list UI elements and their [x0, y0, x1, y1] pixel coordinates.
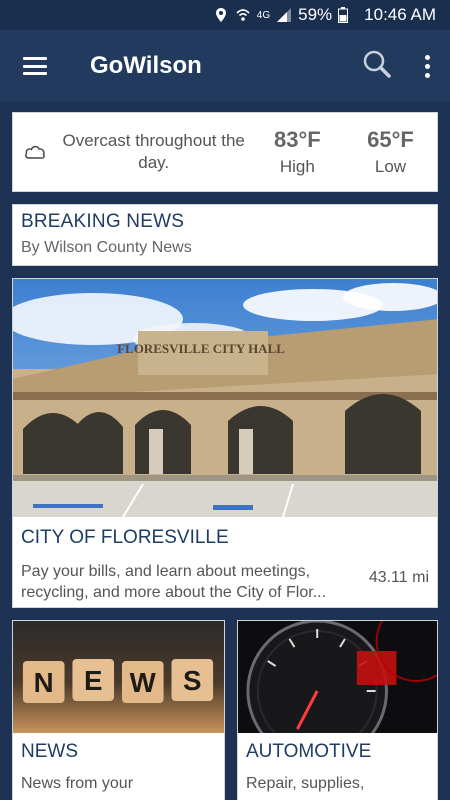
- svg-text:W: W: [130, 667, 157, 698]
- city-of-floresville-card[interactable]: FLORESVILLE CITY HALL CITY OF FLORESVILL…: [12, 278, 438, 608]
- weather-card[interactable]: Overcast throughout the day. 83°F High 6…: [12, 112, 438, 192]
- news-blocks-photo: N E W S: [13, 621, 224, 733]
- automotive-tile[interactable]: AUTOMOTIVE Repair, supplies,: [237, 620, 438, 800]
- breaking-news-subtitle: By Wilson County News: [21, 239, 192, 256]
- svg-text:E: E: [84, 665, 103, 696]
- app-bar: GoWilson: [0, 30, 450, 102]
- city-hall-sign: FLORESVILLE CITY HALL: [117, 341, 285, 356]
- feature-distance: 43.11 mi: [368, 569, 429, 586]
- weather-description: Overcast throughout the day.: [62, 131, 245, 172]
- network-type-label: 4G: [256, 9, 271, 21]
- battery-icon: [338, 7, 354, 23]
- clock: 10:46 AM: [364, 5, 436, 24]
- news-tile-title: NEWS: [21, 741, 78, 762]
- search-button[interactable]: [350, 30, 404, 102]
- wifi-calling-icon: [235, 7, 251, 23]
- feature-title: CITY OF FLORESVILLE: [21, 527, 229, 548]
- more-vert-icon: [424, 54, 430, 78]
- news-tile-description: News from your: [21, 775, 134, 792]
- signal-icon: [276, 7, 292, 23]
- automotive-tile-description: Repair, supplies,: [246, 775, 365, 792]
- automotive-tile-title: AUTOMOTIVE: [246, 741, 372, 762]
- search-icon: [362, 49, 392, 84]
- high-temp: 83°F High: [251, 127, 344, 177]
- breaking-news-title: BREAKING NEWS: [21, 211, 185, 232]
- menu-button[interactable]: [0, 30, 70, 102]
- more-options-button[interactable]: [404, 30, 450, 102]
- speedometer-photo: [238, 621, 437, 733]
- feature-description: Pay your bills, and learn about meetings…: [21, 563, 327, 601]
- cloud-icon: [13, 143, 57, 161]
- svg-text:S: S: [183, 665, 202, 696]
- high-temp-label: High: [279, 157, 315, 176]
- low-temp-label: Low: [374, 157, 407, 176]
- news-tile[interactable]: N E W S NEWS News from your: [12, 620, 225, 800]
- status-bar: 4G 59% 10:46 AM: [0, 0, 450, 30]
- svg-text:N: N: [34, 667, 54, 698]
- menu-icon: [23, 57, 47, 75]
- low-temp: 65°F Low: [344, 127, 437, 177]
- battery-percent: 59%: [298, 5, 333, 24]
- location-icon: [213, 7, 229, 23]
- city-hall-photo: FLORESVILLE CITY HALL: [13, 279, 437, 517]
- breaking-news-card[interactable]: BREAKING NEWS By Wilson County News: [12, 204, 438, 266]
- low-temp-value: 65°F: [367, 127, 414, 152]
- app-title: GoWilson: [90, 52, 202, 79]
- high-temp-value: 83°F: [273, 127, 321, 152]
